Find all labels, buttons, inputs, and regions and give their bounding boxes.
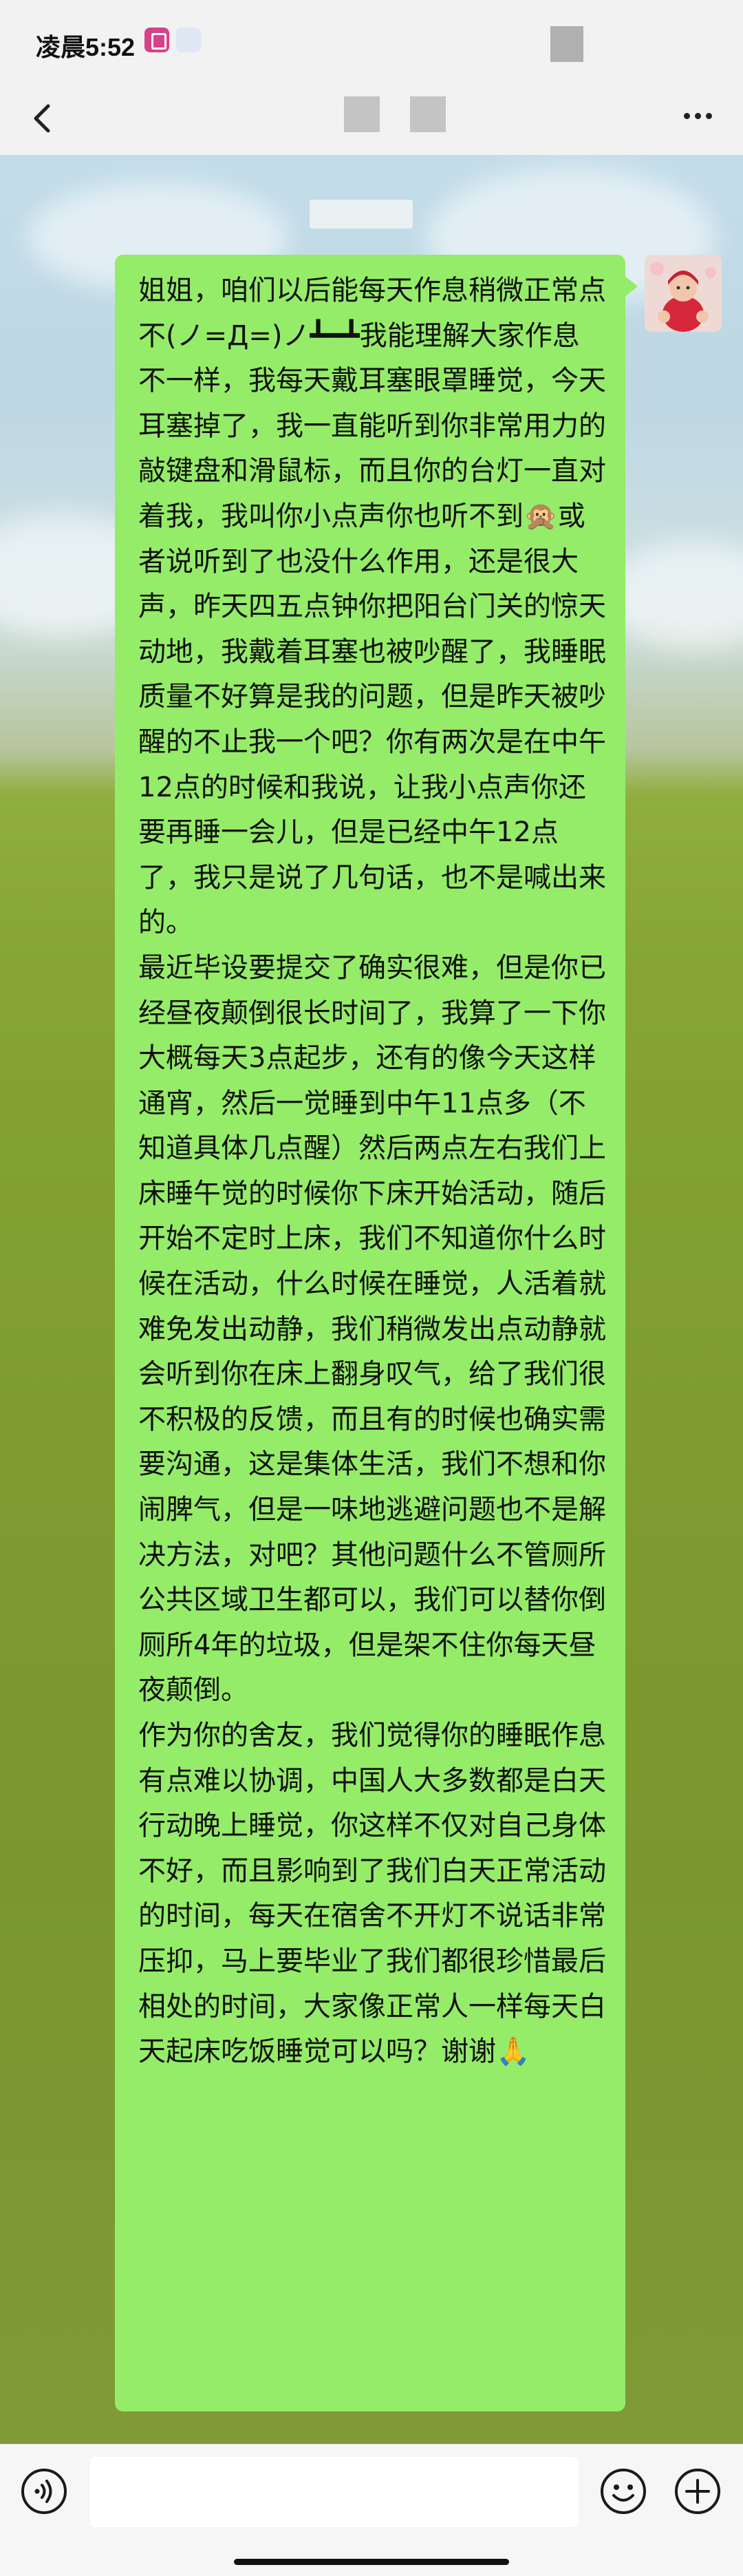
chat-area[interactable]: 姐姐，咱们以后能每天作息稍微正常点不(ノ=Д=)ノ┻━┻我能理解大家作息不一样，… (0, 155, 743, 2444)
emoji-icon[interactable] (599, 2467, 648, 2516)
chevron-left-icon[interactable] (26, 98, 61, 139)
voice-icon[interactable] (19, 2467, 69, 2516)
background-cloud (605, 540, 743, 651)
redacted-chat-title (344, 96, 380, 132)
app-notification-icon-secondary (176, 28, 201, 52)
redacted-sender-name (310, 200, 413, 229)
home-indicator (234, 2559, 509, 2565)
message-input[interactable] (90, 2457, 579, 2527)
input-bar (0, 2444, 743, 2576)
message-text: 姐姐，咱们以后能每天作息稍微正常点不(ノ=Д=)ノ┻━┻我能理解大家作息不一样，… (138, 275, 606, 2068)
chat-header (0, 83, 743, 155)
more-dots-icon[interactable] (681, 109, 714, 123)
status-time: 凌晨5:52 (36, 33, 136, 61)
plus-icon[interactable] (673, 2467, 722, 2516)
status-bar: 凌晨5:52 (0, 0, 743, 83)
avatar[interactable] (645, 255, 722, 332)
redacted-chat-title (410, 96, 446, 132)
redacted-status-block (550, 26, 583, 62)
message-bubble[interactable]: 姐姐，咱们以后能每天作息稍微正常点不(ノ=Д=)ノ┻━┻我能理解大家作息不一样，… (115, 255, 638, 2411)
app-notification-icon (144, 28, 169, 52)
